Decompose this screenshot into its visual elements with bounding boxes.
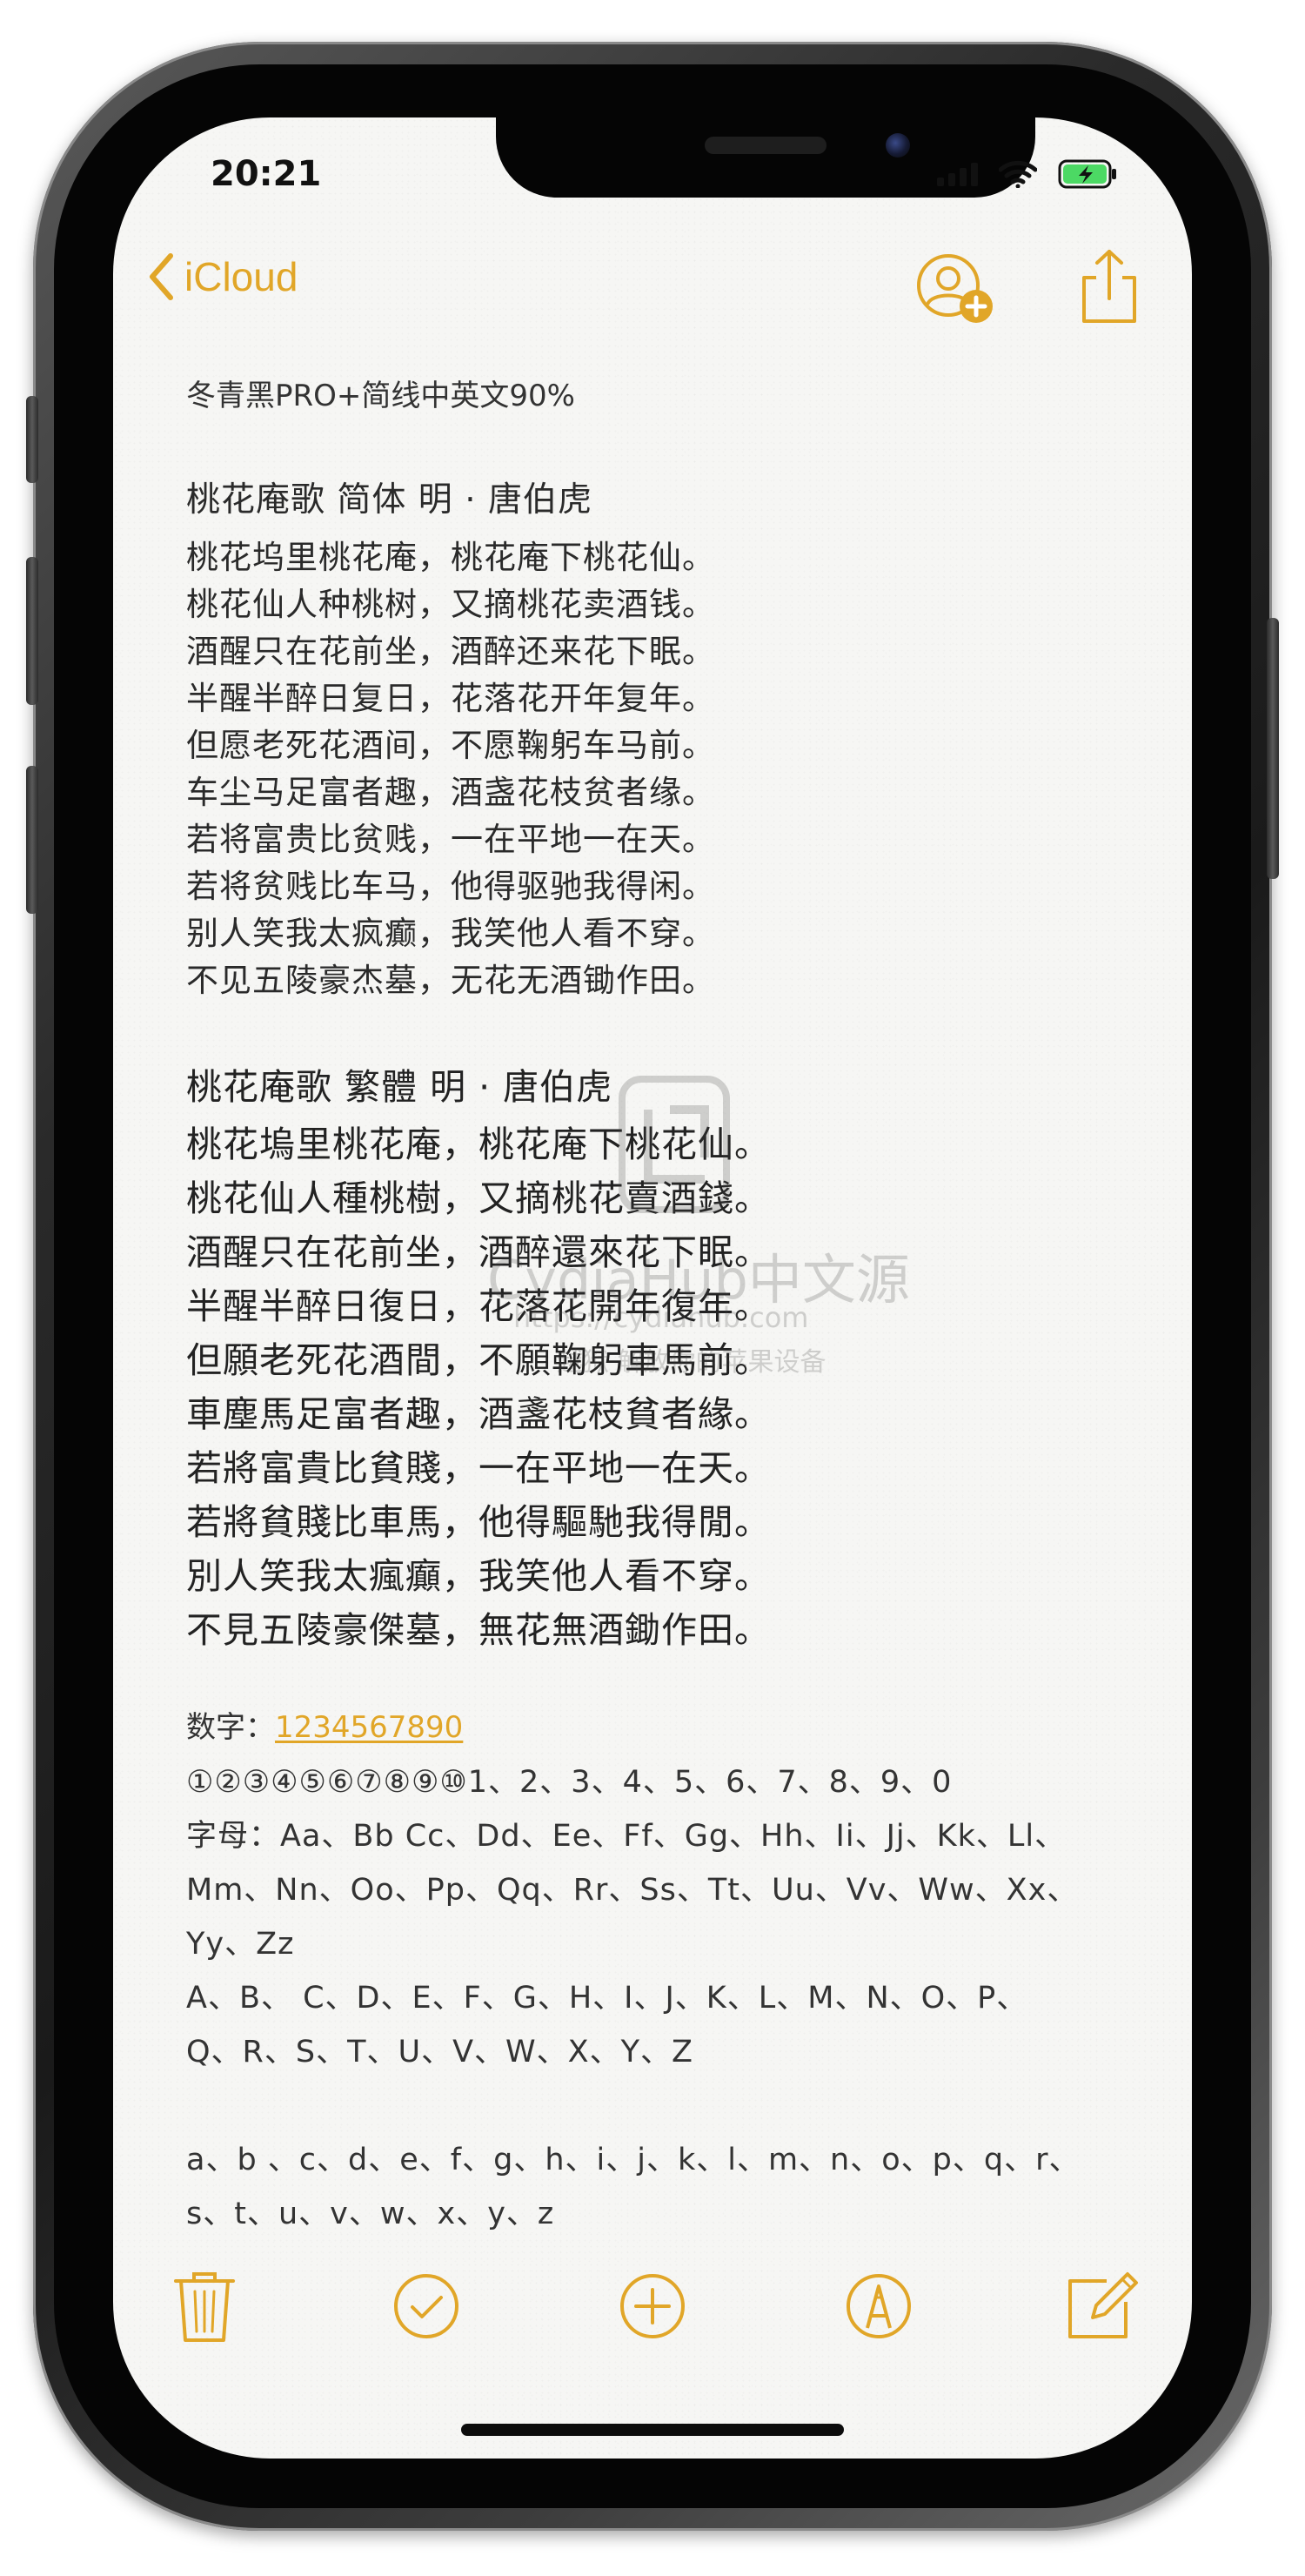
poem-simplified-line: 若将贫贱比车马，他得驱驰我得闲。 (186, 868, 715, 905)
letters-line: Yy、Zz (186, 1927, 295, 1962)
lowercase-line: s、t、u、v、w、x、y、z (186, 2197, 555, 2231)
front-camera (886, 133, 910, 158)
person-add-icon (917, 254, 993, 323)
uppercase-line: Q、R、S、T、U、V、W、X、Y、Z (186, 2035, 693, 2070)
chevron-left-icon (150, 253, 173, 300)
digits-row: 数字：1234567890 (186, 1703, 463, 1746)
poem-simplified-line: 桃花坞里桃花庵，桃花庵下桃花仙。 (186, 539, 715, 576)
back-label: iCloud (184, 254, 298, 299)
poem-simplified-line: 桃花仙人种桃树，又摘桃花卖酒钱。 (186, 586, 715, 623)
battery-charging-icon (1058, 159, 1116, 189)
checklist-button[interactable] (387, 2267, 465, 2345)
poem-traditional-line: 車塵馬足富者趣，酒盞花枝貧者緣。 (186, 1393, 771, 1435)
lowercase-line: a、b 、c、d、e、f、g、h、i、j、k、l、m、n、o、p、q、r、 (186, 2143, 1081, 2177)
poem-traditional-line: 但願老死花酒間，不願鞠躬車馬前。 (186, 1339, 771, 1381)
add-button[interactable] (613, 2267, 692, 2345)
poem-simplified-line: 但愿老死花酒间，不愿鞠躬车马前。 (186, 727, 715, 764)
pen-circle-icon (847, 2274, 911, 2338)
share-button[interactable] (1079, 248, 1140, 330)
uppercase-line: A、B、 C、D、E、F、G、H、I、J、K、L、M、N、O、P、 (186, 1981, 1028, 2016)
digits-label: 数字： (186, 1710, 275, 1745)
volume-up-button (26, 557, 38, 705)
poem-traditional-line: 別人笑我太瘋癲，我笑他人看不穿。 (186, 1555, 771, 1597)
checkmark-circle-icon (394, 2274, 458, 2338)
poem-traditional-line: 若將富貴比貧賤，一在平地一在天。 (186, 1447, 771, 1489)
poem-traditional-line: 酒醒只在花前坐，酒醉還來花下眠。 (186, 1231, 771, 1273)
poem-traditional-line: 不見五陵豪傑墓，無花無酒鋤作田。 (186, 1609, 771, 1651)
earpiece-speaker (705, 137, 826, 154)
poem-simplified-line: 若将富贵比贫贱，一在平地一在天。 (186, 821, 715, 858)
poem-simplified-line: 不见五陵豪杰墓，无花无酒锄作田。 (186, 962, 715, 999)
poem-simplified-line: 酒醒只在花前坐，酒醉还来花下眠。 (186, 633, 715, 670)
add-people-button[interactable] (914, 252, 1000, 334)
circled-digits: ①②③④⑤⑥⑦⑧⑨⑩1、2、3、4、5、6、7、8、9、0 (186, 1765, 953, 1800)
poem-traditional-title: 桃花庵歌 繁體 明 · 唐伯虎 (186, 1066, 613, 1108)
side-button (1267, 618, 1279, 879)
compose-button[interactable] (1061, 2267, 1140, 2345)
note-heading: 冬青黑PRO+简线中英文90% (186, 379, 575, 413)
trash-icon (174, 2272, 235, 2342)
home-indicator[interactable] (461, 2424, 844, 2436)
poem-simplified-line: 车尘马足富者趣，酒盏花枝贫者缘。 (186, 774, 715, 811)
plus-circle-icon (620, 2274, 685, 2338)
letters-line: 字母：Aa、Bb Cc、Dd、Ee、Ff、Gg、Hh、Ii、Jj、Kk、Ll、 (186, 1819, 1067, 1854)
status-time: 20:21 (211, 154, 322, 194)
poem-traditional-line: 桃花仙人種桃樹，又摘桃花賣酒錢。 (186, 1177, 771, 1219)
poem-traditional-line: 若將貧賤比車馬，他得驅馳我得閒。 (186, 1501, 771, 1543)
wifi-icon (999, 160, 1037, 188)
notes-screen: 20:21 iCloud 冬青黑PRO+简线中英文90% 桃花庵歌 简体 明 ·… (113, 117, 1192, 2459)
silent-switch (26, 396, 38, 483)
poem-traditional-line: 半醒半醉日復日，花落花開年復年。 (186, 1285, 771, 1327)
delete-button[interactable] (165, 2267, 244, 2345)
poem-simplified-line: 半醒半醉日复日，花落花开年复年。 (186, 680, 715, 717)
poem-simplified-line: 别人笑我太疯癫，我笑他人看不穿。 (186, 915, 715, 952)
volume-down-button (26, 766, 38, 914)
digits-link[interactable]: 1234567890 (275, 1710, 463, 1745)
poem-traditional-line: 桃花塢里桃花庵，桃花庵下桃花仙。 (186, 1124, 771, 1165)
letters-line: Mm、Nn、Oo、Pp、Qq、Rr、Ss、Tt、Uu、Vv、Ww、Xx、 (186, 1873, 1079, 1908)
markup-button[interactable] (840, 2267, 918, 2345)
poem-simplified-title: 桃花庵歌 简体 明 · 唐伯虎 (186, 480, 592, 520)
status-icons (937, 159, 1119, 189)
cellular-signal-icon (937, 162, 978, 186)
compose-icon (1068, 2272, 1138, 2338)
share-icon (1082, 250, 1136, 323)
back-button[interactable]: iCloud (148, 252, 298, 301)
